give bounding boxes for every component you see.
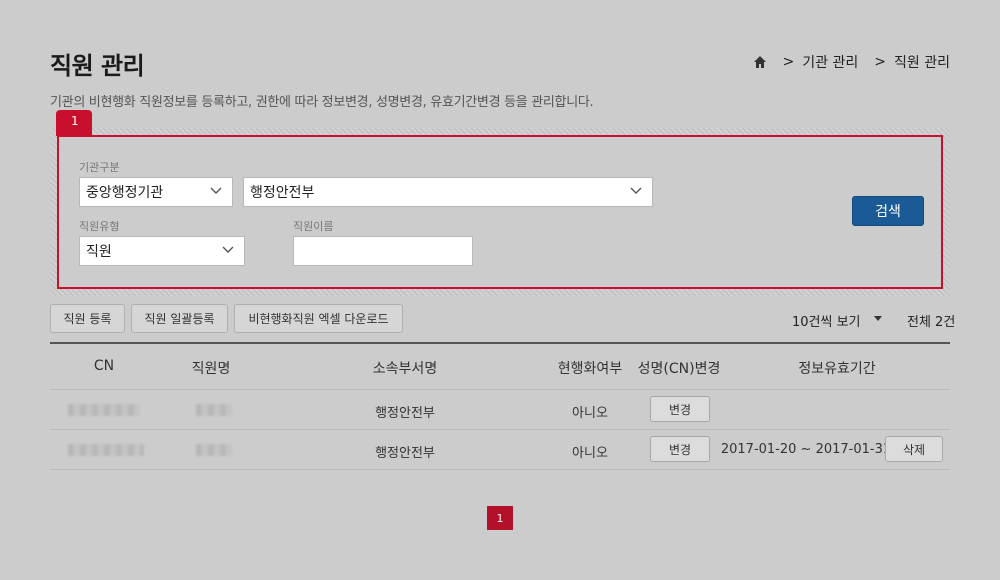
column-header-cn: CN: [93, 358, 115, 374]
page-title: 직원 관리: [50, 52, 145, 80]
column-header-valid-period: 정보유효기간: [798, 361, 876, 377]
agency-type-select[interactable]: 중앙행정기관: [79, 177, 233, 207]
redacted-name: [196, 444, 232, 456]
employee-table: CN 직원명 소속부서명 현행화여부 성명(CN)변경 정보유효기간 행정안전부…: [50, 342, 950, 470]
table-header: CN 직원명 소속부서명 현행화여부 성명(CN)변경 정보유효기간: [50, 344, 950, 390]
per-page-select[interactable]: 10건씩 보기: [792, 311, 861, 330]
agency-value: 행정안전부: [250, 185, 315, 201]
register-employee-button[interactable]: 직원 등록: [50, 304, 125, 333]
chevron-down-icon: [222, 246, 234, 253]
column-header-name-change: 성명(CN)변경: [637, 361, 721, 377]
agency-type-label: 기관구분: [79, 161, 120, 174]
redacted-name: [196, 404, 232, 416]
employee-type-value: 직원: [86, 244, 112, 260]
pagination-page-1[interactable]: 1: [487, 506, 513, 530]
breadcrumb-item-agency[interactable]: 기관 관리: [802, 52, 858, 72]
redacted-cn: [68, 444, 144, 456]
bulk-register-button[interactable]: 직원 일괄등록: [131, 304, 228, 333]
page-description: 기관의 비현행화 직원정보를 등록하고, 권한에 따라 정보변경, 성명변경, …: [50, 95, 594, 110]
breadcrumb-separator: >: [782, 54, 795, 70]
employee-name-input[interactable]: [293, 236, 473, 266]
table-row: 행정안전부 아니오 변경 2017-01-20 ~ 2017-01-31 삭제: [50, 430, 950, 470]
current-cell: 아니오: [572, 406, 608, 421]
caret-down-icon[interactable]: [874, 316, 882, 321]
employee-name-label: 직원이름: [293, 220, 334, 233]
column-header-current: 현행화여부: [557, 361, 623, 377]
agency-select[interactable]: 행정안전부: [243, 177, 653, 207]
valid-period-cell: 2017-01-20 ~ 2017-01-31: [720, 442, 892, 457]
employee-type-select[interactable]: 직원: [79, 236, 245, 266]
table-row: 행정안전부 아니오 변경: [50, 390, 950, 430]
redacted-cn: [68, 404, 140, 416]
column-header-name: 직원명: [191, 361, 231, 377]
search-button[interactable]: 검색: [852, 196, 924, 226]
chevron-down-icon: [630, 187, 642, 194]
breadcrumb-item-employee[interactable]: 직원 관리: [894, 52, 950, 72]
current-cell: 아니오: [572, 446, 608, 461]
chevron-down-icon: [210, 187, 222, 194]
annotation-marker: 1: [56, 110, 92, 136]
change-name-button[interactable]: 변경: [650, 436, 710, 462]
breadcrumb: > 기관 관리 > 직원 관리: [753, 52, 950, 72]
excel-download-button[interactable]: 비현행화직원 엑셀 다운로드: [234, 304, 403, 333]
change-name-button[interactable]: 변경: [650, 396, 710, 422]
breadcrumb-separator: >: [874, 54, 887, 70]
delete-button[interactable]: 삭제: [885, 436, 943, 462]
agency-type-value: 중앙행정기관: [86, 185, 164, 201]
department-cell: 행정안전부: [375, 406, 435, 421]
total-count: 전체 2건: [907, 315, 956, 330]
home-icon[interactable]: [753, 55, 767, 69]
employee-type-label: 직원유형: [79, 220, 120, 233]
department-cell: 행정안전부: [375, 446, 435, 461]
column-header-department: 소속부서명: [372, 361, 438, 377]
